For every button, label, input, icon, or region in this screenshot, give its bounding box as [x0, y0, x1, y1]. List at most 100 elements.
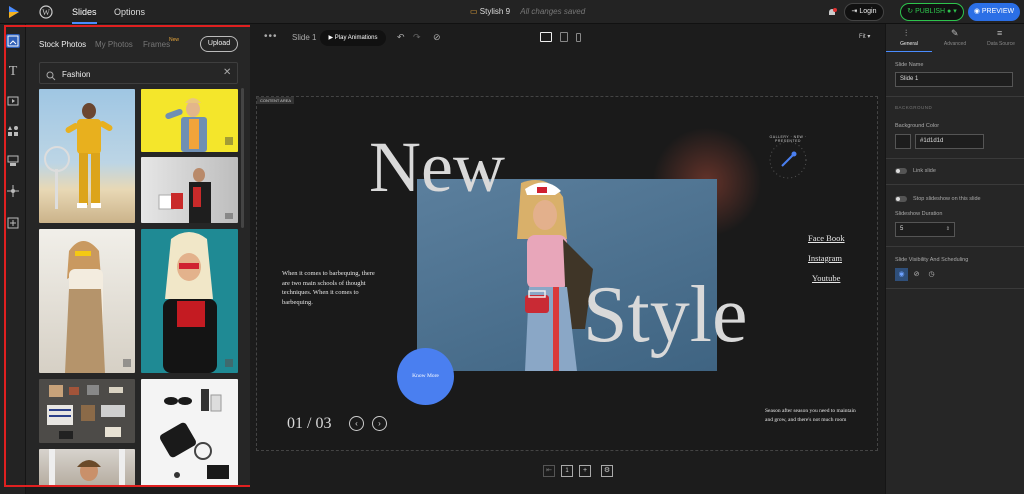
wrench-icon: ✎: [951, 28, 959, 38]
undo-icon[interactable]: ↶: [397, 32, 405, 43]
stepper-icon[interactable]: ⇕: [946, 223, 950, 236]
slide-name-input[interactable]: Slide 1: [895, 72, 1013, 87]
tab-options[interactable]: Options: [114, 0, 145, 24]
desktop-view-icon[interactable]: [540, 32, 552, 42]
play-animations-button[interactable]: ▶ Play Animations: [320, 30, 386, 46]
save-status: All changes saved: [520, 7, 586, 16]
social-link-instagram[interactable]: Instagram: [808, 253, 842, 263]
tab-my-photos[interactable]: My Photos: [95, 40, 133, 49]
headline-new[interactable]: New: [369, 131, 505, 203]
tab-slides[interactable]: Slides: [72, 0, 97, 24]
slide-thumbnail-icon[interactable]: 1: [561, 465, 573, 477]
chevron-down-icon[interactable]: ▾: [953, 8, 957, 15]
sliders-icon: ⫶: [905, 28, 908, 38]
link-slide-label: Link slide: [913, 168, 936, 174]
stock-photo-thumbnail[interactable]: [141, 89, 238, 152]
slide-label[interactable]: Slide 1: [292, 33, 316, 42]
slider-icon: ▭: [470, 7, 478, 16]
properties-panel: ⫶ General ✎ Advanced ≡ Data Source Slide…: [885, 24, 1024, 494]
eye-icon: ◉: [973, 8, 980, 15]
notification-icon[interactable]: [826, 6, 838, 18]
slide-name-label: Slide Name: [895, 62, 924, 68]
slide-canvas[interactable]: CONTENT AREA New Style GALLERY · NEW · P…: [256, 96, 878, 451]
headline-style[interactable]: Style: [583, 275, 747, 355]
tab-advanced-label: Advanced: [943, 41, 967, 47]
move-icon[interactable]: [6, 184, 20, 198]
bg-color-swatch[interactable]: [895, 134, 911, 149]
gallery-badge-text: GALLERY · NEW · PRESENTED: [769, 135, 807, 143]
bottom-text[interactable]: Season after season you need to maintain…: [765, 407, 865, 424]
stop-slideshow-toggle[interactable]: [895, 196, 907, 202]
add-slide-icon[interactable]: +: [579, 465, 591, 477]
canvas-toolbar: ••• Slide 1 ▶ Play Animations ↶ ↷ ⊘ Fit …: [250, 24, 885, 52]
redo-icon[interactable]: ↷: [413, 32, 421, 43]
media-panel: Stock Photos My Photos Frames New Upload…: [26, 24, 250, 486]
tab-general[interactable]: ⫶ General: [886, 24, 932, 52]
tab-data-source[interactable]: ≡ Data Source: [978, 24, 1024, 52]
wordpress-icon[interactable]: W: [38, 4, 54, 20]
canvas-area: ••• Slide 1 ▶ Play Animations ↶ ↷ ⊘ Fit …: [250, 24, 885, 494]
hide-icon[interactable]: ⊘: [433, 32, 441, 43]
prev-slide-icon[interactable]: ⇤: [543, 465, 555, 477]
login-button[interactable]: ⇥ Login: [844, 3, 884, 21]
social-link-youtube[interactable]: Youtube: [812, 273, 840, 283]
mobile-view-icon[interactable]: [576, 33, 581, 42]
social-link-facebook[interactable]: Face Book: [808, 233, 845, 243]
slider-title[interactable]: ▭ Stylish 9 All changes saved: [470, 0, 585, 24]
link-slide-toggle[interactable]: [895, 168, 907, 174]
play-icon: ▶: [328, 35, 334, 41]
layout-icon[interactable]: [6, 154, 20, 168]
preview-button[interactable]: ◉ PREVIEW: [968, 3, 1020, 21]
bg-color-input[interactable]: #1d1d1d: [915, 134, 984, 149]
duration-input[interactable]: 5 ⇕: [895, 222, 955, 237]
stock-photo-thumbnail[interactable]: [39, 379, 135, 443]
background-section-title: BACKGROUND: [895, 105, 933, 110]
database-icon: ≡: [997, 28, 1003, 38]
stock-photo-thumbnail[interactable]: [39, 229, 135, 373]
bg-color-label: Background Color: [895, 123, 940, 129]
panel-scrollbar[interactable]: [241, 88, 244, 228]
gallery-badge[interactable]: GALLERY · NEW · PRESENTED: [761, 133, 815, 187]
hidden-eye-icon[interactable]: ⊘: [910, 268, 923, 281]
play-animations-label: Play Animations: [334, 35, 378, 41]
intro-text[interactable]: When it comes to barbequing, there are t…: [282, 269, 382, 307]
video-icon[interactable]: [6, 94, 20, 108]
know-more-button[interactable]: Know More: [397, 348, 454, 405]
divider: [886, 246, 1024, 247]
slide-settings-icon[interactable]: ⚙: [601, 465, 613, 477]
tablet-view-icon[interactable]: [560, 32, 568, 42]
clear-search-icon[interactable]: ✕: [223, 67, 231, 79]
prev-arrow-icon[interactable]: ‹: [349, 416, 364, 431]
tab-frames[interactable]: Frames: [143, 40, 170, 49]
stock-photo-thumbnail[interactable]: [39, 449, 135, 486]
visibility-label: Slide Visibility And Scheduling: [895, 257, 969, 263]
publish-icon: ↻: [907, 8, 914, 15]
shapes-icon[interactable]: [6, 124, 20, 138]
media-icon[interactable]: [6, 34, 20, 48]
stock-photo-thumbnail[interactable]: [141, 379, 238, 486]
svg-text:W: W: [42, 8, 50, 17]
publish-label: PUBLISH: [915, 8, 946, 15]
top-bar: W Slides Options ▭ Stylish 9 All changes…: [0, 0, 1024, 24]
upload-button[interactable]: Upload: [200, 36, 238, 52]
publish-button[interactable]: ↻ PUBLISH ● ▾: [900, 3, 964, 21]
stock-photo-thumbnail[interactable]: [141, 229, 238, 373]
more-options-icon[interactable]: •••: [264, 31, 278, 42]
search-input[interactable]: [62, 67, 212, 81]
schedule-clock-icon[interactable]: ◷: [925, 268, 938, 281]
new-badge: New: [169, 37, 180, 43]
app-logo-icon[interactable]: [6, 4, 22, 20]
next-arrow-icon[interactable]: ›: [372, 416, 387, 431]
text-icon[interactable]: T: [6, 65, 20, 79]
tab-stock-photos[interactable]: Stock Photos: [39, 40, 86, 49]
stock-photo-thumbnail[interactable]: [39, 89, 135, 223]
fit-dropdown[interactable]: Fit ▾: [859, 33, 870, 40]
tool-sidebar: T: [0, 24, 26, 494]
tab-advanced[interactable]: ✎ Advanced: [932, 24, 978, 52]
publish-status-dot: ●: [947, 8, 952, 15]
add-element-icon[interactable]: [6, 216, 20, 230]
duration-value: 5: [900, 226, 904, 232]
stock-photo-thumbnail[interactable]: [141, 157, 238, 223]
visibility-eye-icon[interactable]: ◉: [895, 268, 908, 281]
login-label: Login: [859, 8, 877, 15]
